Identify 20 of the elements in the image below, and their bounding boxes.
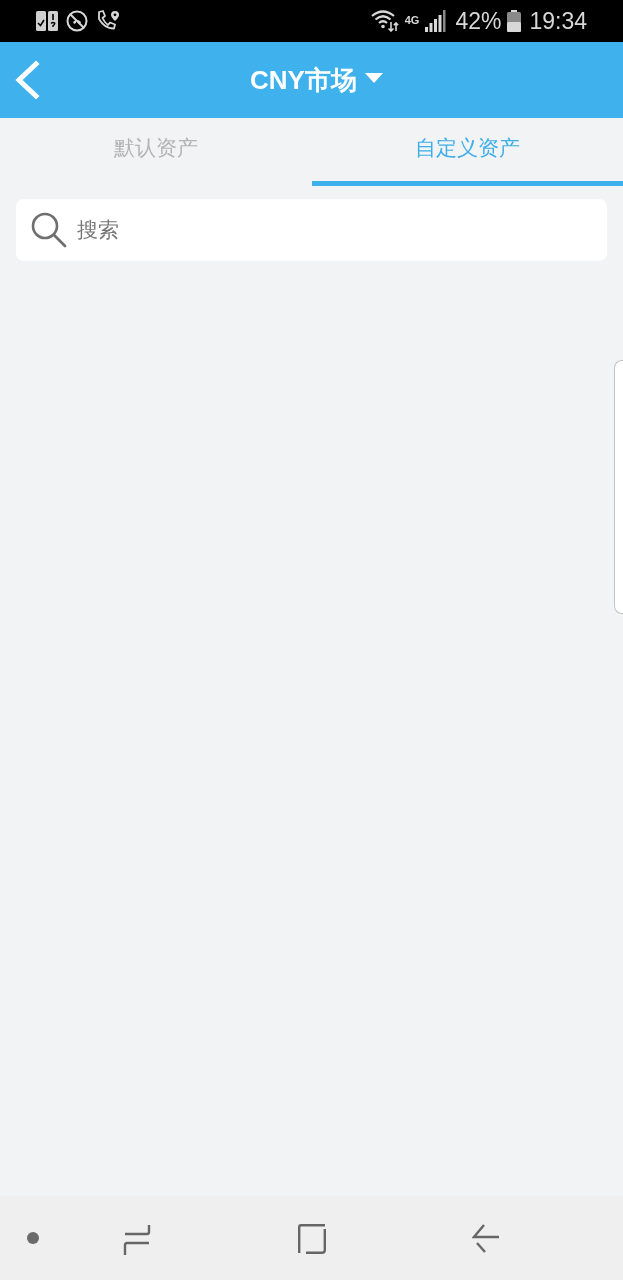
dot-icon[interactable]	[27, 1232, 39, 1244]
battery-percentage: 42%	[455, 8, 502, 34]
search-icon	[31, 212, 67, 248]
phone-location-icon	[96, 10, 120, 32]
battery-icon	[507, 10, 522, 32]
tab[interactable]: 默认资产	[0, 118, 312, 186]
signal-icon	[425, 10, 448, 32]
network-type-label: 4G	[404, 14, 420, 26]
checklist-icon	[36, 11, 58, 31]
home-icon	[298, 1224, 326, 1254]
side-panel-handle[interactable]	[614, 360, 623, 614]
search-field[interactable]: 搜索	[16, 199, 607, 261]
blocked-call-icon	[66, 10, 88, 32]
back-icon	[14, 61, 40, 99]
clock: 19:34	[529, 8, 587, 34]
caret-icon	[364, 73, 383, 83]
market-dropdown[interactable]: CNY市场	[248, 58, 385, 102]
wifi-icon	[370, 10, 399, 32]
tab[interactable]: 自定义资产	[311, 118, 623, 186]
recents-icon	[123, 1224, 151, 1256]
